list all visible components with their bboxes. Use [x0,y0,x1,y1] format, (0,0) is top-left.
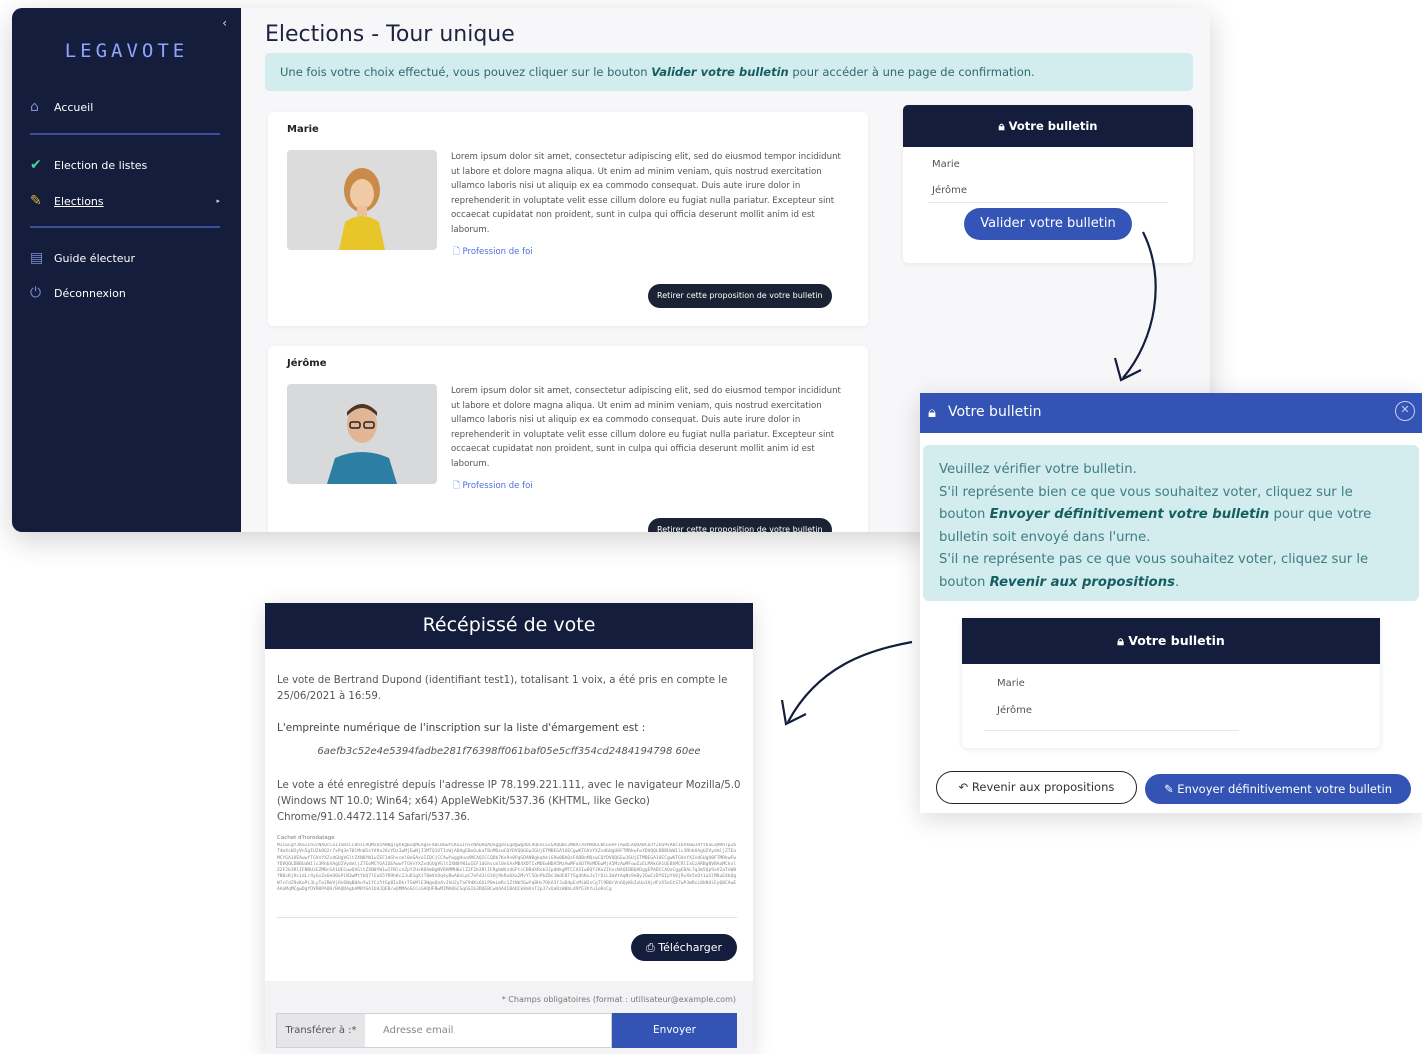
sidebar-item-label: Accueil [54,100,94,114]
ballot-pen-icon: ✎ [1164,782,1178,796]
profession-link[interactable]: 🗋 Profession de foi [453,480,533,494]
modal-ballot-title: Votre bulletin [1128,633,1225,648]
message-bold: Envoyer définitivement votre bulletin [989,507,1270,522]
receipt-title: Récépissé de vote [265,603,753,649]
page-title: Elections - Tour unique [265,22,515,47]
lock-icon: 🔒︎ [928,403,936,421]
sidebar-item-label: Déconnexion [54,286,126,300]
info-bold: Valider votre bulletin [651,65,789,79]
message-line: Veuillez vérifier votre bulletin. [939,462,1137,477]
lock-icon: 🔒︎ [1117,633,1129,648]
transfer-label: Transférer à :* [276,1013,366,1048]
sidebar-item-election-de-listes[interactable]: ✔ Election de listes [30,152,220,178]
modal-title: Votre bulletin [948,404,1042,420]
book-icon: ▤ [30,250,44,266]
vote-confirmation-text: Le vote de Bertrand Dupond (identifiant … [277,675,728,702]
divider [928,202,1168,203]
sidebar: ‹ LEGAVOTE ⌂ Accueil ✔ Election de liste… [12,8,241,532]
back-label: Revenir aux propositions [971,780,1115,794]
timestamp-seal: MIIGLgYJKoZIhvcNAQcCoIIGHzCCBhsCAQMxDzAN… [277,843,737,893]
home-icon: ⌂ [30,99,39,115]
sidebar-item-label: Guide électeur [54,251,136,265]
candidate-description: Lorem ipsum dolor sit amet, consectetur … [451,152,841,235]
download-button[interactable]: ⎙ Télécharger [631,934,737,961]
send-email-button[interactable]: Envoyer [612,1013,737,1048]
pdf-icon: ⎙ [645,941,659,954]
timestamp-seal-title: Cachet d'horodatage [277,835,335,841]
ballot-pen-icon: ✎ [30,193,42,209]
curved-arrow-icon [780,640,913,726]
back-to-proposals-button[interactable]: ↶ Revenir aux propositions [936,771,1137,804]
sidebar-item-deconnexion[interactable]: ⏻ Déconnexion [30,280,220,306]
required-fields-note: * Champs obligatoires (format : utilisat… [501,995,736,1004]
candidate-description: Lorem ipsum dolor sit amet, consectetur … [451,386,841,469]
profession-link[interactable]: 🗋 Profession de foi [453,246,533,260]
message-bold: Revenir aux propositions [989,574,1175,590]
ballot-entry: Jérôme [997,705,1033,716]
candidate-card-marie: Marie Lorem ipsum dolor sit amet, consec… [268,112,868,326]
send-ballot-button[interactable]: ✎ Envoyer définitivement votre bulletin [1145,774,1411,804]
undo-icon: ↶ [958,780,972,794]
logo: LEGAVOTE [64,40,189,62]
check-icon: ✔ [30,157,42,173]
modal-ballot-card: 🔒︎ Votre bulletin Marie Jérôme [962,618,1380,748]
candidate-name: Marie [287,124,319,135]
ballot-title: Votre bulletin [1008,119,1098,133]
ballot-entry: Jérôme [932,185,968,196]
candidate-card-jerome: Jérôme Lorem ipsum dolor sit amet, conse… [268,346,868,532]
fingerprint-hash: 6aefb3c52e4e5394fadbe281f76398ff061baf05… [317,746,701,757]
send-label: Envoyer définitivement votre bulletin [1177,782,1392,796]
candidate-photo [287,384,437,484]
sidebar-item-label: Elections [54,194,104,208]
remove-proposal-button[interactable]: Retirer cette proposition de votre bulle… [648,518,832,532]
ip-browser-text: Le vote a été enregistré depuis l'adress… [277,780,741,823]
info-text: Une fois votre choix effectué, vous pouv… [280,65,652,79]
ballot-entry: Marie [932,159,960,170]
modal-ballot-header: 🔒︎ Votre bulletin [962,618,1380,664]
info-text: pour accéder à une page de confirmation. [788,65,1035,79]
caret-right-icon: ▸ [216,197,220,205]
confirmation-modal: 🔒︎ Votre bulletin ✕ Veuillez vérifier vo… [920,393,1422,813]
document-icon: 🗋 [453,481,463,491]
candidate-photo [287,150,437,250]
profession-label: Profession de foi [462,247,533,257]
divider [984,730,1239,731]
ballot-header: 🔒︎ Votre bulletin [903,105,1193,147]
sidebar-item-elections[interactable]: ✎ Elections ▸ [30,188,220,214]
sidebar-collapse-icon[interactable]: ‹ [222,16,227,30]
remove-proposal-button[interactable]: Retirer cette proposition de votre bulle… [648,284,832,308]
profession-label: Profession de foi [462,481,533,491]
divider [277,917,737,918]
curved-arrow-icon [1113,231,1157,382]
lock-icon: 🔒︎ [998,119,1009,133]
message-paragraph: S'il représente bien ce que vous souhait… [939,482,1403,550]
verification-message: Veuillez vérifier votre bulletin. S'il r… [923,445,1419,601]
sidebar-item-guide-electeur[interactable]: ▤ Guide électeur [30,245,220,271]
modal-header: 🔒︎ Votre bulletin ✕ [920,393,1422,433]
sidebar-divider [30,226,220,228]
email-input[interactable] [365,1013,612,1048]
ballot-entry: Marie [997,678,1025,689]
fingerprint-label: L'empreinte numérique de l'inscription s… [277,722,646,734]
sidebar-divider [30,133,220,135]
candidate-name: Jérôme [287,358,327,369]
message-text: . [1174,574,1180,590]
sidebar-item-accueil[interactable]: ⌂ Accueil [30,94,220,120]
sidebar-item-label: Election de listes [54,158,148,172]
document-icon: 🗋 [453,247,463,257]
power-icon: ⏻ [30,285,42,301]
info-banner: Une fois votre choix effectué, vous pouv… [265,53,1193,91]
vote-receipt: Récépissé de vote Le vote de Bertrand Du… [265,603,753,1054]
message-paragraph: S'il ne représente pas ce que vous souha… [939,549,1403,594]
close-icon[interactable]: ✕ [1395,401,1415,421]
download-label: Télécharger [658,941,723,954]
